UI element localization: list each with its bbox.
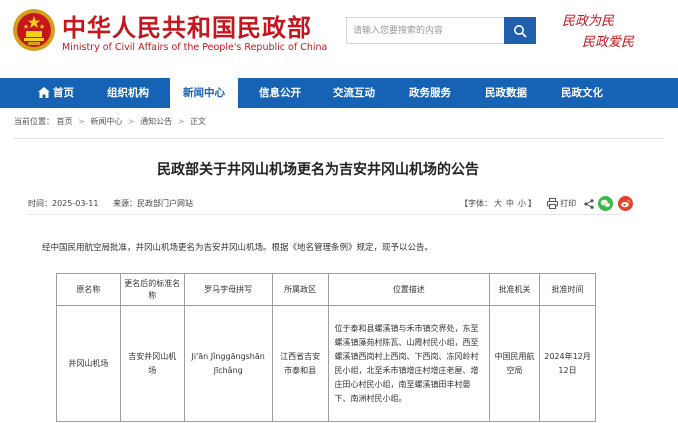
table-row: 井冈山机场 吉安井冈山机场 Ji'ān Jǐnggāngshān Jīchǎng… <box>56 305 596 422</box>
breadcrumb: 当前位置： 首页 > 新闻中心 > 通知公告 > 正文 <box>14 116 206 127</box>
font-size-close: 】 <box>528 199 536 208</box>
table-header-cell: 批准时间 <box>539 273 596 306</box>
wechat-icon[interactable] <box>598 196 614 211</box>
article-source: 来源：民政部门户网站 <box>113 199 194 208</box>
article-time: 时间：2025-03-11 <box>28 199 99 208</box>
font-size-large-link[interactable]: 大 <box>494 199 502 208</box>
cell-romanization: Ji'ān Jǐnggāngshān Jīchǎng <box>183 305 273 422</box>
cell-location: 位于泰和县螺溪镇与禾市镇交界处，东至螺溪镇藻苑村陈瓦、山霞村民小组，西至螺溪镇西… <box>327 305 491 422</box>
slogan-line-1: 民政为民 <box>562 14 615 29</box>
article-intro: 经中国民用航空局批准，井冈山机场更名为吉安井冈山机场。根据《地名管理条例》规定，… <box>42 243 434 253</box>
nav-item-info-disclosure[interactable]: 信息公开 <box>248 78 312 108</box>
site-header: 中华人民共和国民政部 Ministry of Civil Affairs of … <box>0 0 678 78</box>
article-meta: 时间：2025-03-11 来源：民政部门户网站 <box>28 198 193 209</box>
nav-item-interaction[interactable]: 交流互动 <box>322 78 386 108</box>
cell-new-name: 吉安井冈山机场 <box>119 305 185 422</box>
font-size-small-link[interactable]: 小 <box>518 199 526 208</box>
search-icon <box>514 24 527 37</box>
breadcrumb-current: 正文 <box>189 117 206 126</box>
breadcrumb-separator: > <box>78 117 85 126</box>
font-size-medium-link[interactable]: 中 <box>506 199 514 208</box>
breadcrumb-prefix: 当前位置： <box>14 117 54 126</box>
cell-authority: 中国民用航空局 <box>489 305 541 422</box>
site-title[interactable]: 中华人民共和国民政部 <box>62 8 312 43</box>
nav-item-home[interactable]: 首页 <box>26 78 86 108</box>
site-title-en: Ministry of Civil Affairs of the People'… <box>62 42 328 53</box>
table-header-row: 原名称 更名后的标准名称 罗马字母拼写 所属政区 位置描述 批准机关 批准时间 <box>56 273 596 306</box>
article-title: 民政部关于井冈山机场更名为吉安井冈山机场的公告 <box>157 162 479 178</box>
breadcrumb-home[interactable]: 首页 <box>57 117 73 126</box>
cell-region: 江西省吉安市泰和县 <box>271 305 329 422</box>
search-button[interactable] <box>504 17 536 44</box>
print-link[interactable]: 打印 <box>560 199 576 208</box>
table-header-cell: 罗马字母拼写 <box>183 273 273 306</box>
cell-old-name: 井冈山机场 <box>56 305 121 422</box>
cell-date: 2024年12月12日 <box>539 305 596 422</box>
breadcrumb-notices[interactable]: 通知公告 <box>140 117 172 126</box>
national-emblem-icon[interactable] <box>12 8 56 52</box>
nav-item-gov-services[interactable]: 政务服务 <box>398 78 462 108</box>
share-icon[interactable] <box>584 198 594 209</box>
rename-table: 原名称 更名后的标准名称 罗马字母拼写 所属政区 位置描述 批准机关 批准时间 … <box>56 273 596 422</box>
article-panel: 民政部关于井冈山机场更名为吉安井冈山机场的公告 时间：2025-03-11 来源… <box>14 138 664 423</box>
search-box <box>346 17 536 44</box>
font-size-label: 【字体： <box>460 199 492 208</box>
slogan-line-2: 民政爱民 <box>582 35 635 50</box>
breadcrumb-separator: > <box>127 117 135 126</box>
print-icon[interactable] <box>546 198 558 209</box>
nav-item-organization[interactable]: 组织机构 <box>96 78 160 108</box>
table-header-cell: 所属政区 <box>271 273 329 306</box>
nav-item-news-center[interactable]: 新闻中心 <box>170 78 238 108</box>
table-header-cell: 更名后的标准名称 <box>119 273 185 306</box>
nav-item-label: 首页 <box>53 87 74 99</box>
table-header-cell: 原名称 <box>56 273 121 306</box>
table-header-cell: 位置描述 <box>327 273 491 306</box>
search-input[interactable] <box>347 18 507 43</box>
table-header-cell: 批准机关 <box>489 273 541 306</box>
nav-item-data[interactable]: 民政数据 <box>474 78 538 108</box>
breadcrumb-separator: > <box>177 117 185 126</box>
main-nav: 首页 组织机构 新闻中心 信息公开 交流互动 政务服务 民政数据 民政文化 <box>0 78 678 108</box>
weibo-icon[interactable] <box>617 196 633 211</box>
breadcrumb-news-center[interactable]: 新闻中心 <box>90 117 122 126</box>
article-tools: 【字体：大中小】 打印 <box>460 196 633 211</box>
home-icon <box>38 87 50 98</box>
meta-divider <box>28 214 622 215</box>
nav-item-culture[interactable]: 民政文化 <box>550 78 614 108</box>
